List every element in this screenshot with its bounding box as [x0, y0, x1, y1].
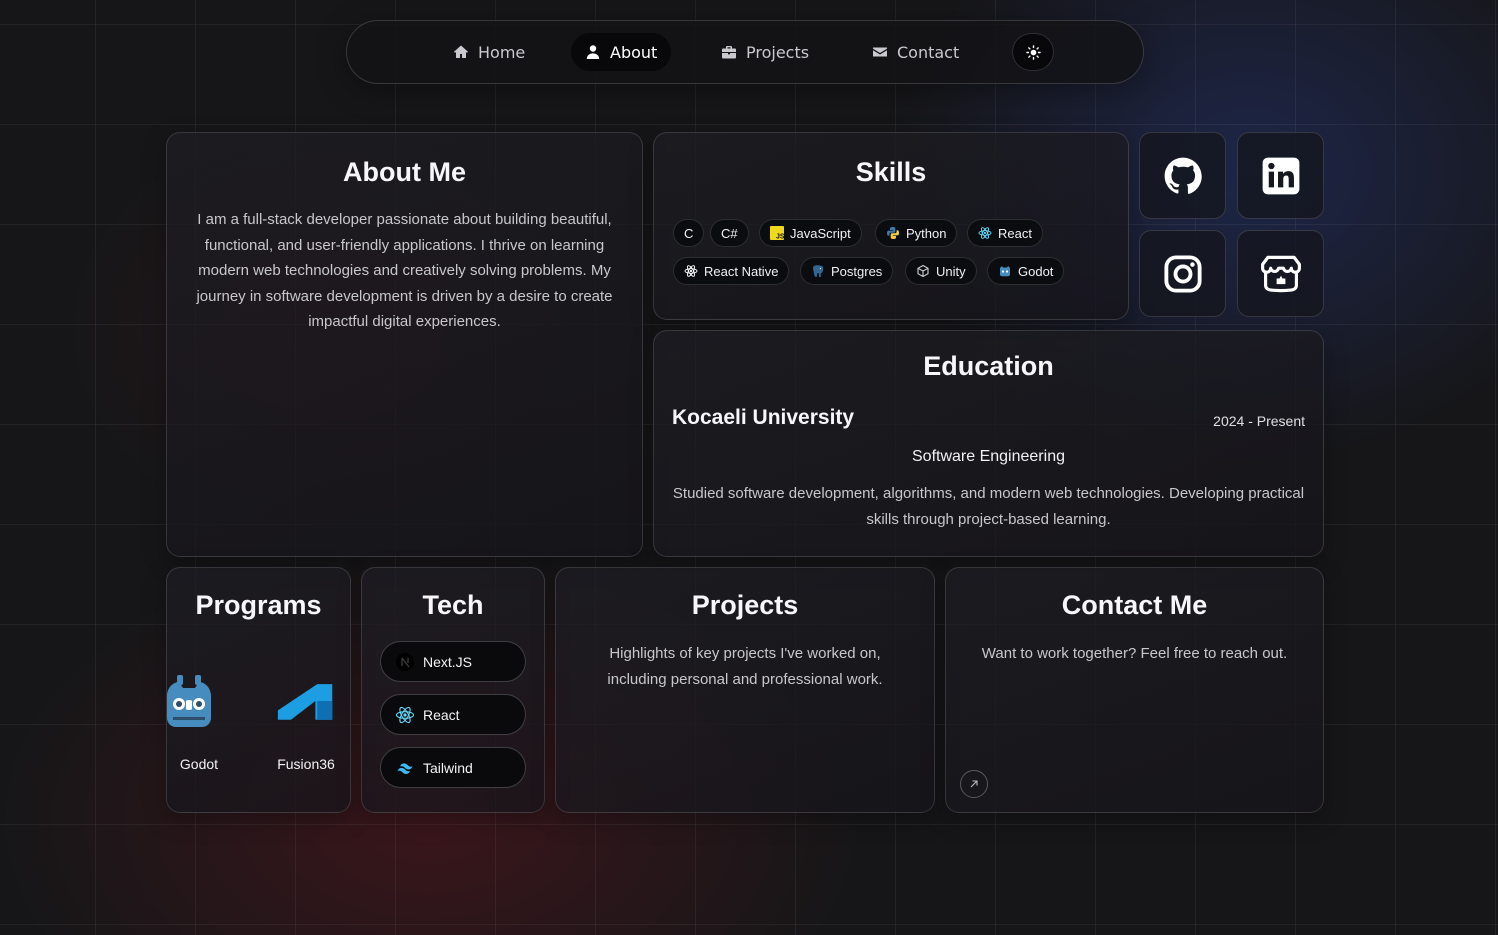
tech-item-nextjs: Next.JS [380, 641, 526, 682]
skill-label: React Native [704, 263, 779, 279]
github-icon [1164, 157, 1202, 194]
theme-toggle-button[interactable] [1012, 33, 1054, 71]
education-card: Education Kocaeli University 2024 - Pres… [653, 330, 1324, 557]
tech-item-react: React [380, 694, 526, 735]
skills-title: Skills [855, 157, 927, 187]
education-description: Studied software development, algorithms… [672, 485, 1305, 528]
skill-chip-react: React [967, 219, 1043, 247]
skill-label: Python [906, 225, 947, 241]
nav-about-label: About [610, 42, 658, 62]
tech-card: Tech Next.JS React Tailwind [361, 567, 545, 813]
unity-icon [917, 264, 929, 278]
education-school: Kocaeli University [672, 406, 855, 429]
linkedin-icon [1262, 157, 1299, 194]
godot-icon [167, 675, 211, 727]
projects-title: Projects [691, 590, 799, 620]
nav-projects-label: Projects [746, 42, 810, 62]
skill-chip-postgres: Postgres [800, 257, 894, 285]
programs-title: Programs [195, 590, 322, 620]
projects-text: Highlights of key projects I've worked o… [607, 645, 883, 688]
skill-chip-react-native: React Native [673, 257, 790, 285]
skill-label: C [684, 225, 694, 241]
skills-card: Skills C C# JS JavaScript Python React R… [653, 132, 1129, 320]
top-navigation: Home About Projects Contact [346, 20, 1144, 84]
react-icon [978, 227, 992, 239]
javascript-icon: JS [770, 226, 784, 240]
skill-chip-c: C [673, 219, 705, 247]
contact-text: Want to work together? Feel free to reac… [981, 645, 1288, 662]
program-label: Fusion36 [277, 756, 335, 772]
skill-chip-csharp: C# [710, 219, 749, 247]
skill-label: Godot [1018, 263, 1054, 279]
skill-label: Postgres [831, 263, 883, 279]
nav-projects[interactable]: Projects [707, 33, 823, 71]
nav-contact-label: Contact [897, 42, 960, 62]
education-period: 2024 - Present [1213, 413, 1305, 429]
tailwind-icon [397, 762, 413, 774]
tech-label: Next.JS [423, 653, 473, 670]
nav-contact[interactable]: Contact [858, 33, 973, 71]
education-degree: Software Engineering [912, 448, 1065, 465]
skill-chip-unity: Unity [905, 257, 977, 285]
tech-title: Tech [422, 590, 484, 620]
skill-chip-godot: Godot [987, 257, 1065, 285]
svg-text:JS: JS [776, 234, 784, 241]
react-icon [684, 265, 698, 277]
skill-chip-javascript: JS JavaScript [759, 219, 862, 247]
sun-icon [1025, 44, 1041, 60]
about-card: About Me I am a full-stack developer pas… [166, 132, 643, 557]
briefcase-icon [722, 46, 736, 59]
itchio-icon [1260, 255, 1301, 292]
linkedin-link[interactable] [1237, 132, 1324, 219]
postgres-icon [813, 265, 824, 277]
instagram-icon [1163, 254, 1202, 293]
github-link[interactable] [1139, 132, 1226, 219]
nav-home-label: Home [478, 42, 526, 62]
react-icon [395, 706, 415, 723]
program-label: Godot [179, 756, 219, 772]
education-title: Education [923, 351, 1054, 381]
contact-title: Contact Me [1061, 590, 1208, 620]
skill-chip-python: Python [875, 219, 958, 247]
programs-card: Programs Godot Fusion36 [166, 567, 351, 813]
user-icon [586, 45, 600, 59]
instagram-link[interactable] [1139, 230, 1226, 317]
about-title: About Me [343, 157, 466, 187]
tech-item-tailwind: Tailwind [380, 747, 526, 788]
projects-card[interactable]: Projects Highlights of key projects I've… [555, 567, 935, 813]
nav-about[interactable]: About [571, 33, 672, 71]
tech-label: Tailwind [423, 759, 473, 776]
skill-label: JavaScript [790, 225, 851, 241]
contact-link-button[interactable] [960, 770, 988, 798]
envelope-icon [873, 47, 887, 57]
skill-label: React [998, 225, 1032, 241]
arrow-up-right-icon [970, 780, 978, 788]
home-icon [454, 45, 468, 58]
contact-card[interactable]: Contact Me Want to work together? Feel f… [945, 567, 1324, 813]
skill-label: C# [721, 225, 738, 241]
fusion360-icon [277, 684, 333, 720]
godot-icon [1000, 266, 1010, 277]
skill-label: Unity [936, 263, 966, 279]
itchio-link[interactable] [1237, 230, 1324, 317]
tech-label: React [423, 706, 460, 723]
about-text: I am a full-stack developer passionate a… [196, 211, 613, 330]
python-icon [887, 227, 899, 239]
nav-home[interactable]: Home [439, 33, 539, 71]
nextjs-icon [396, 652, 414, 671]
